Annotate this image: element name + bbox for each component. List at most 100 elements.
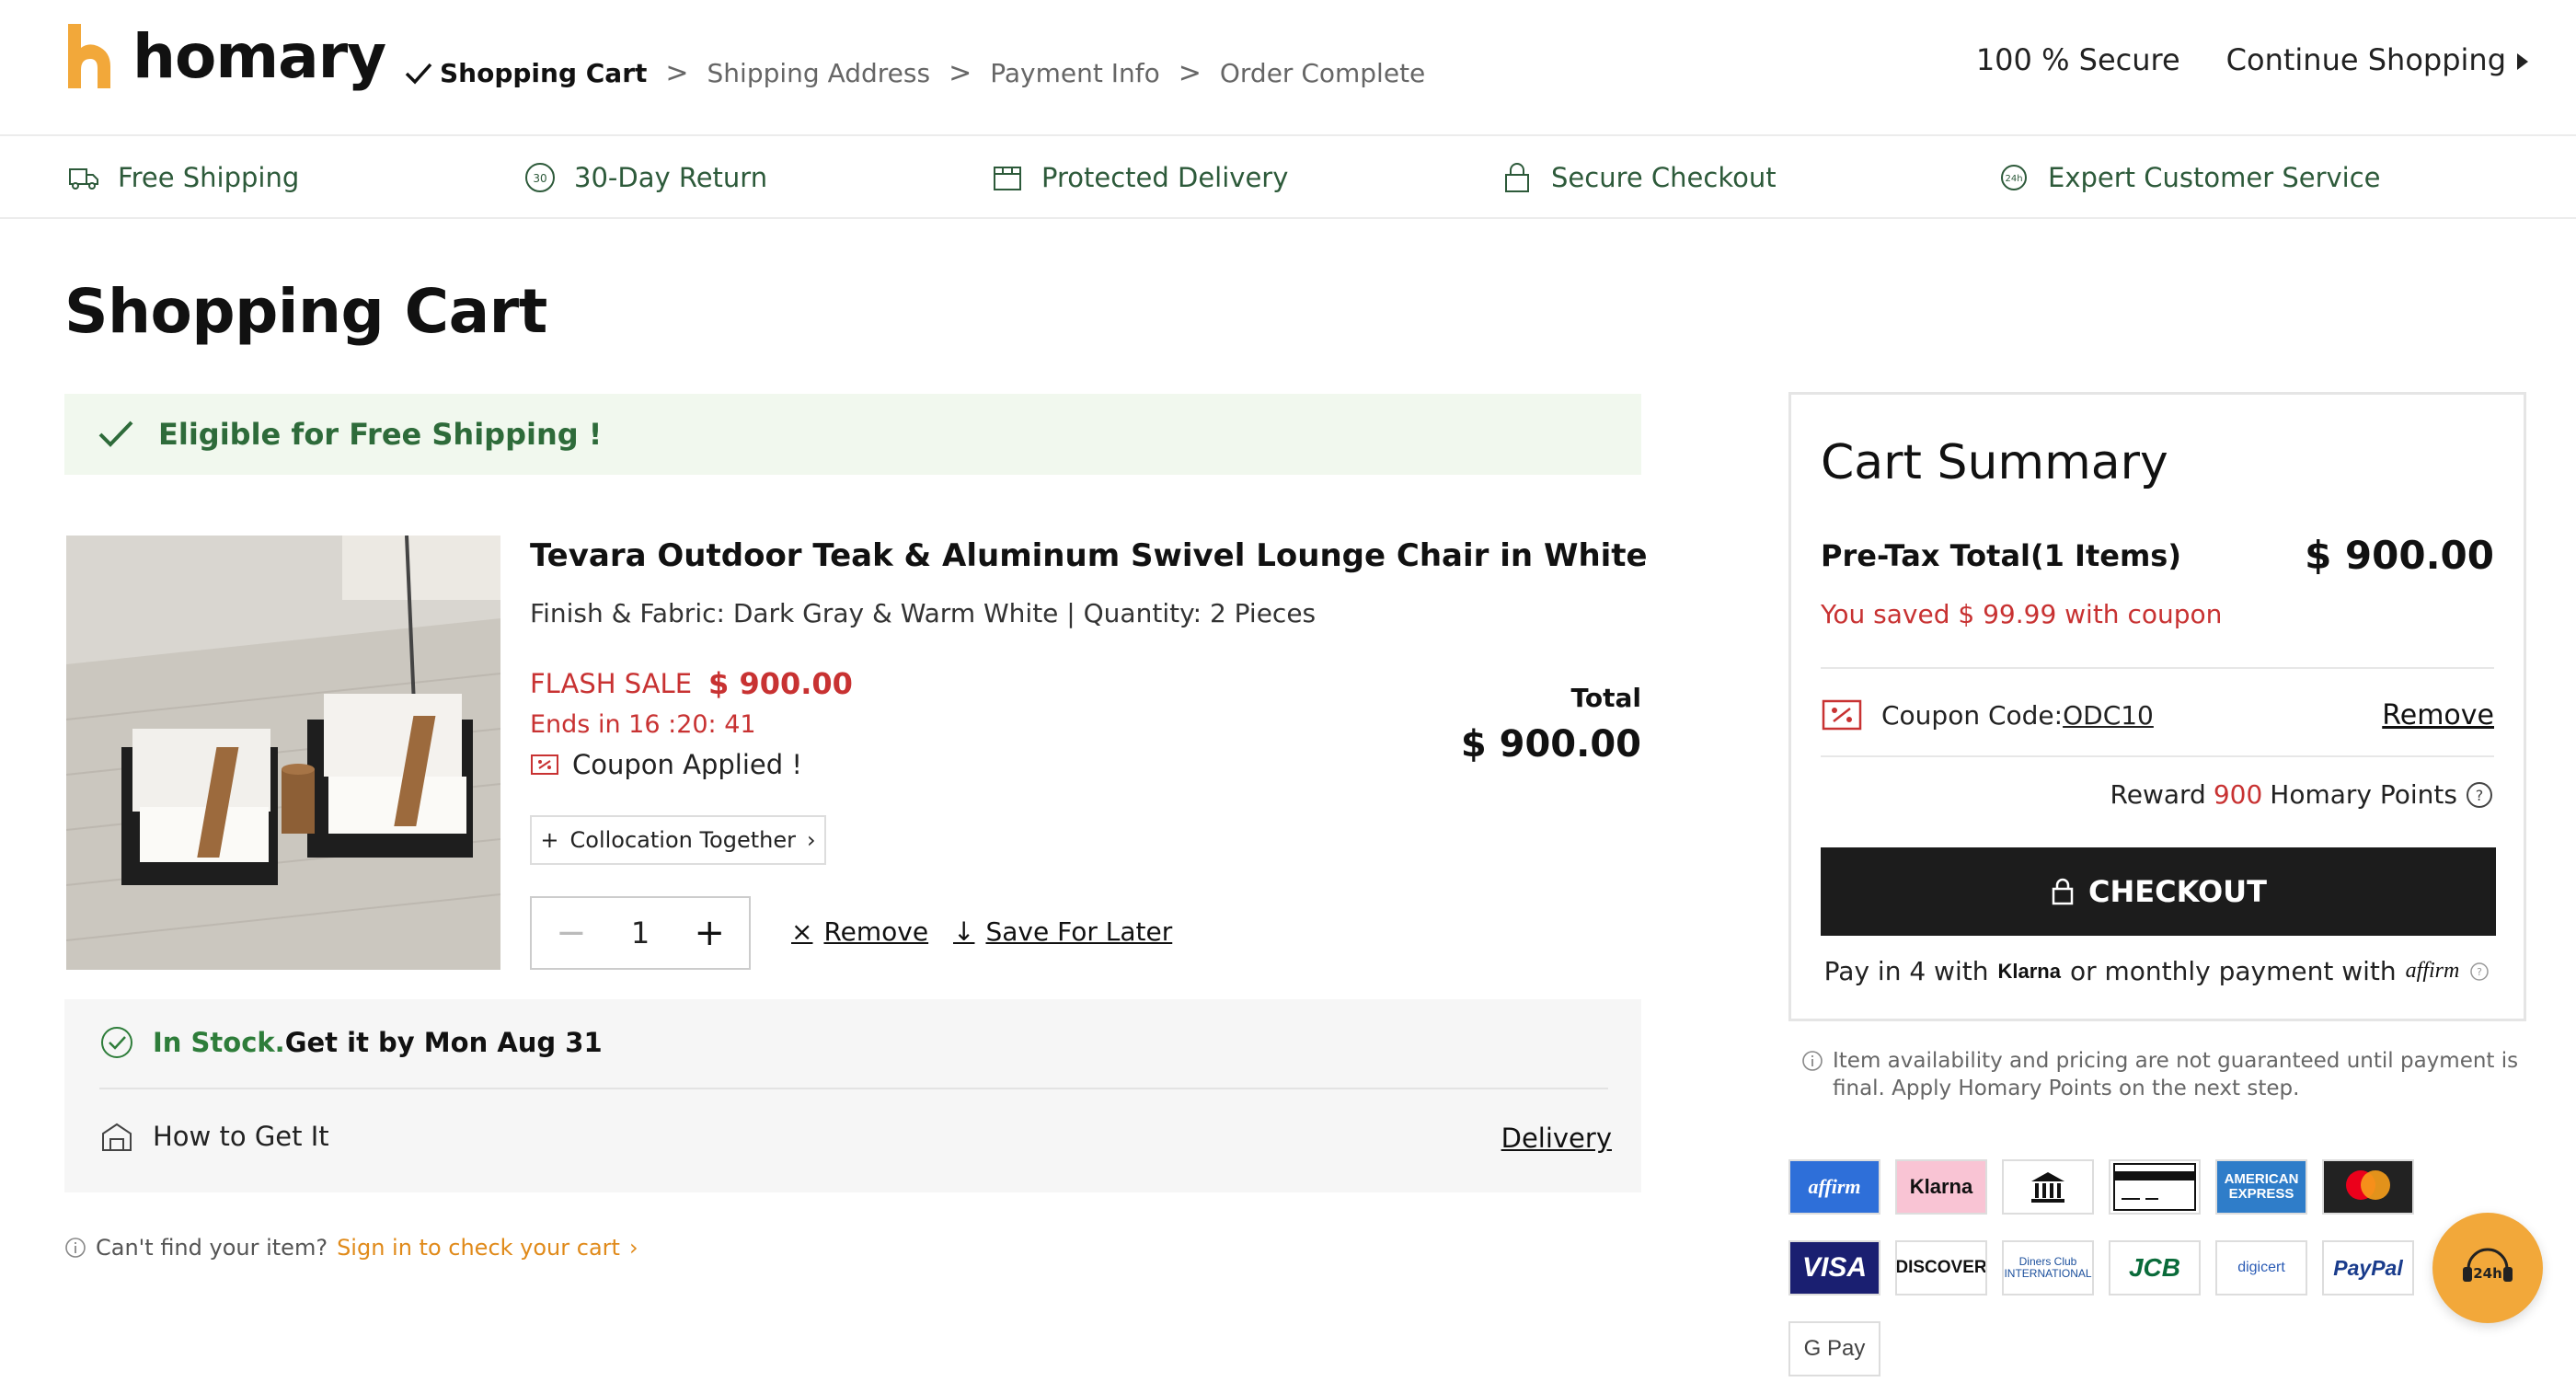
collocation-together-button[interactable]: + Collocation Together › bbox=[530, 815, 826, 865]
product-image[interactable] bbox=[66, 536, 500, 970]
reward-suffix: Homary Points bbox=[2270, 779, 2457, 810]
logo-text: homary bbox=[132, 20, 386, 92]
stock-panel: In Stock.Get it by Mon Aug 31 How to Get… bbox=[64, 999, 1641, 1192]
availability-note-text: Item availability and pricing are not gu… bbox=[1833, 1049, 2519, 1100]
decrease-quantity-button[interactable]: − bbox=[556, 912, 587, 954]
pay-in-installments: Pay in 4 with Klarna or monthly payment … bbox=[1791, 956, 2524, 986]
step-shopping-cart: Shopping Cart bbox=[405, 58, 647, 88]
return-30-icon: 30 bbox=[525, 163, 555, 192]
free-shipping-text: Eligible for Free Shipping ! bbox=[158, 417, 603, 452]
feature-protected-delivery: Protected Delivery bbox=[990, 160, 1288, 195]
support-24h-icon: 24h bbox=[2001, 165, 2027, 190]
check-icon bbox=[98, 420, 133, 447]
divider bbox=[1821, 755, 2494, 757]
arrow-down-icon: ↓ bbox=[953, 916, 975, 947]
coupon-row: Coupon Code:ODC10 Remove bbox=[1821, 687, 2494, 743]
flash-sale-price: $ 900.00 bbox=[708, 666, 853, 701]
step-order-complete: Order Complete bbox=[1219, 58, 1426, 88]
affirm-logo: affirm bbox=[2405, 959, 2460, 983]
save-for-later-label: Save For Later bbox=[985, 916, 1173, 947]
quantity-value[interactable]: 1 bbox=[631, 916, 650, 950]
check-circle-icon bbox=[101, 1027, 132, 1058]
coupon-code-label: Coupon Code: bbox=[1881, 699, 2064, 731]
payment-logo-digicert: digicert bbox=[2215, 1240, 2307, 1296]
delivery-eta: Get it by Mon Aug 31 bbox=[284, 1027, 603, 1058]
feature-30-day-return: 30 30-Day Return bbox=[523, 160, 767, 195]
reward-prefix: Reward bbox=[2110, 779, 2206, 810]
how-to-get-it: How to Get It bbox=[99, 1119, 329, 1154]
cant-find-item: Can't find your item? Sign in to check y… bbox=[64, 1235, 638, 1261]
close-icon: × bbox=[791, 916, 813, 947]
logo[interactable]: homary bbox=[64, 20, 386, 92]
pretax-value: $ 900.00 bbox=[2305, 533, 2494, 578]
box-icon bbox=[994, 167, 1021, 190]
payment-logo-card bbox=[2109, 1159, 2201, 1215]
sale-countdown: Ends in 16 :20: 41 bbox=[530, 710, 756, 739]
info-icon bbox=[65, 1238, 86, 1258]
pretax-label: Pre-Tax Total(1 Items) bbox=[1821, 538, 2181, 573]
help-icon[interactable]: ? bbox=[2468, 961, 2490, 983]
total-value: $ 900.00 bbox=[1460, 723, 1641, 766]
delivery-link[interactable]: Delivery bbox=[1501, 1123, 1612, 1154]
product-name[interactable]: Tevara Outdoor Teak & Aluminum Swivel Lo… bbox=[530, 537, 1648, 574]
stock-status: In Stock.Get it by Mon Aug 31 bbox=[99, 1025, 603, 1060]
credit-card-icon bbox=[2113, 1163, 2196, 1211]
summary-title: Cart Summary bbox=[1821, 435, 2168, 490]
coupon-code-value[interactable]: ODC10 bbox=[2063, 700, 2154, 731]
header: homary Shopping Cart > Shipping Address … bbox=[0, 0, 2576, 136]
payment-logo-visa: VISA bbox=[1788, 1240, 1880, 1296]
remove-coupon-button[interactable]: Remove bbox=[2382, 699, 2494, 731]
checkout-button[interactable]: CHECKOUT bbox=[1821, 847, 2496, 936]
save-for-later-button[interactable]: ↓ Save For Later bbox=[953, 916, 1172, 947]
chevron-right-icon: › bbox=[806, 827, 816, 853]
svg-text:30: 30 bbox=[533, 172, 546, 185]
bank-icon bbox=[2031, 1172, 2064, 1203]
play-arrow-icon bbox=[2517, 53, 2528, 70]
remove-label: Remove bbox=[823, 916, 929, 947]
coupon-icon bbox=[531, 754, 558, 775]
svg-text:?: ? bbox=[2477, 966, 2482, 978]
payin-mid: or monthly payment with bbox=[2069, 956, 2397, 986]
product-photo bbox=[66, 536, 500, 970]
svg-text:?: ? bbox=[2476, 787, 2484, 804]
feature-label: Secure Checkout bbox=[1551, 162, 1777, 193]
coupon-applied-label: Coupon Applied ! bbox=[572, 749, 802, 780]
remove-item-button[interactable]: × Remove bbox=[791, 916, 928, 947]
payment-logo-affirm: affirm bbox=[1788, 1159, 1880, 1215]
svg-text:24h: 24h bbox=[2005, 174, 2022, 184]
logo-mark-icon bbox=[64, 20, 116, 92]
help-icon[interactable]: ? bbox=[2465, 780, 2494, 810]
cart-summary: Cart Summary Pre-Tax Total(1 Items) $ 90… bbox=[1788, 392, 2526, 1021]
step-separator: > bbox=[665, 57, 689, 89]
checkout-label: CHECKOUT bbox=[2088, 874, 2267, 909]
payment-logo-bank bbox=[2002, 1159, 2094, 1215]
feature-free-shipping: Free Shipping bbox=[66, 160, 299, 195]
availability-note: Item availability and pricing are not gu… bbox=[1801, 1047, 2528, 1102]
continue-shopping-link[interactable]: Continue Shopping bbox=[2226, 42, 2528, 77]
warehouse-icon bbox=[102, 1123, 132, 1151]
collocation-label: Collocation Together bbox=[569, 827, 796, 853]
payment-logo-jcb: JCB bbox=[2109, 1240, 2201, 1296]
sign-in-link[interactable]: Sign in to check your cart bbox=[337, 1235, 620, 1261]
reward-points: Reward 900 Homary Points ? bbox=[2110, 779, 2494, 810]
feature-label: Free Shipping bbox=[118, 162, 300, 193]
secure-label: 100 % Secure bbox=[1975, 42, 2180, 77]
coupon-applied: Coupon Applied ! bbox=[530, 749, 802, 780]
feature-label: Protected Delivery bbox=[1041, 162, 1289, 193]
flash-sale-label: FLASH SALE bbox=[530, 668, 693, 699]
mastercard-icon bbox=[2346, 1170, 2390, 1200]
step-payment-info: Payment Info bbox=[990, 58, 1160, 88]
page-title: Shopping Cart bbox=[64, 276, 547, 347]
how-to-get-it-label: How to Get It bbox=[153, 1121, 329, 1152]
truck-icon bbox=[69, 168, 98, 190]
header-right: 100 % Secure Continue Shopping bbox=[1976, 42, 2528, 77]
checkout-steps: Shopping Cart > Shipping Address > Payme… bbox=[405, 57, 1425, 89]
support-24h-icon: 24h bbox=[2463, 1248, 2513, 1282]
chat-support-button[interactable]: 24h bbox=[2432, 1213, 2543, 1323]
continue-shopping-label: Continue Shopping bbox=[2225, 42, 2506, 77]
step-separator: > bbox=[1178, 57, 1202, 89]
increase-quantity-button[interactable]: + bbox=[694, 912, 725, 954]
page: homary Shopping Cart > Shipping Address … bbox=[0, 0, 2576, 1382]
payment-logo-diners: Diners Club INTERNATIONAL bbox=[2002, 1240, 2094, 1296]
lock-icon bbox=[2052, 878, 2074, 905]
